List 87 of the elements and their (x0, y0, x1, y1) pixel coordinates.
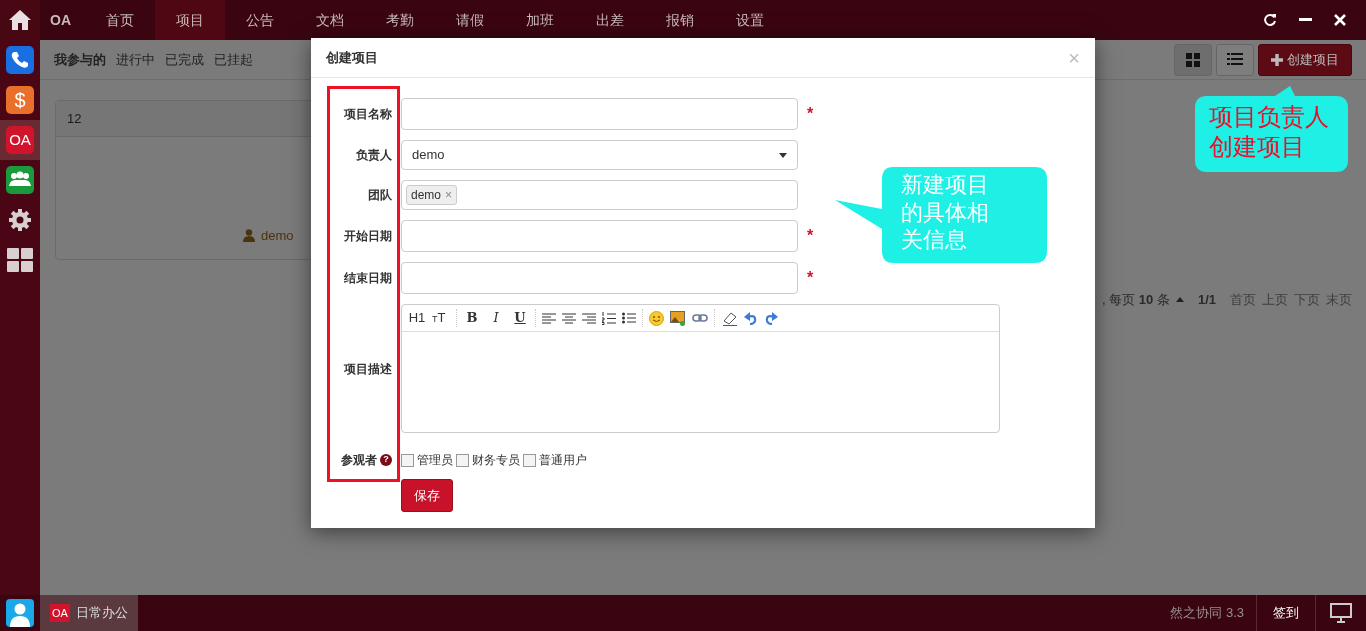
nav-tab[interactable]: 考勤 (365, 0, 435, 40)
rich-text-editor[interactable]: H1 TT B I U (401, 304, 1000, 433)
minimize-icon[interactable] (1299, 18, 1312, 22)
person-icon (243, 228, 255, 242)
nav-tab[interactable]: 出差 (575, 0, 645, 40)
field-label: 参观者 (341, 452, 377, 469)
nav-tab[interactable]: 请假 (435, 0, 505, 40)
link-icon[interactable] (692, 314, 708, 322)
brand-logo: OA (49, 10, 72, 30)
field-label: 项目名称 (343, 106, 392, 123)
input-field[interactable] (401, 220, 798, 252)
callout-text: 新建项目的具体相关信息 (901, 171, 990, 254)
caret-down-icon (779, 152, 787, 158)
tag-label: demo (411, 187, 442, 204)
app-label: 日常办公 (75, 604, 128, 623)
align-center-icon[interactable] (562, 312, 576, 324)
nav-tab[interactable]: 设置 (715, 0, 785, 40)
user-avatar-icon[interactable] (6, 599, 34, 627)
align-right-icon[interactable] (582, 312, 596, 324)
heading-button[interactable]: H1 (408, 308, 426, 328)
input-field[interactable] (401, 98, 798, 130)
pagination-summary: , 每页 10 条 (1102, 291, 1170, 309)
italic-button[interactable]: I (487, 308, 505, 328)
home-icon[interactable] (8, 9, 32, 31)
bold-button[interactable]: B (463, 308, 481, 328)
project-title: 12 (67, 109, 82, 128)
nav-tab[interactable]: 公告 (225, 0, 295, 40)
nav-tab[interactable]: 报销 (645, 0, 715, 40)
field-label: 开始日期 (343, 228, 392, 245)
caret-up-icon[interactable] (1175, 297, 1184, 303)
checkbox[interactable] (523, 453, 536, 467)
filter-tab[interactable]: 已完成 (165, 49, 204, 70)
input-field[interactable] (401, 262, 798, 294)
filter-tab[interactable]: 已挂起 (214, 49, 253, 70)
callout-text: 项目负责人创建项目 (1209, 102, 1330, 162)
tag-input-field[interactable]: demo × (401, 180, 798, 210)
nav-tab[interactable]: 首页 (85, 0, 155, 40)
taskbar-item[interactable]: OA 日常办公 (40, 595, 138, 631)
apps-grid-icon[interactable] (7, 248, 33, 272)
checkbox-label: 普通用户 (539, 452, 587, 469)
align-left-icon[interactable] (542, 312, 556, 324)
eraser-icon[interactable] (721, 310, 738, 326)
field-label: 项目描述 (343, 360, 392, 378)
owner-name: demo (261, 226, 294, 245)
font-size-button[interactable]: TT (432, 308, 450, 328)
list-view-button[interactable] (1216, 43, 1254, 76)
checkbox-label: 管理员 (417, 452, 453, 469)
bullet-list-icon[interactable] (622, 312, 636, 324)
undo-icon[interactable] (744, 311, 758, 325)
nav-tab[interactable]: 文档 (295, 0, 365, 40)
grid-view-button[interactable] (1174, 43, 1212, 76)
oa-app-icon[interactable]: OA (6, 126, 34, 154)
refresh-icon[interactable] (1263, 13, 1277, 27)
field-label: 团队 (367, 187, 392, 204)
required-mark: * (807, 268, 814, 288)
checkbox-label: 财务专员 (472, 452, 520, 469)
checkbox[interactable] (456, 453, 469, 467)
dialog-title: 创建项目 (326, 48, 378, 67)
team-icon[interactable] (6, 166, 34, 194)
image-icon[interactable] (670, 310, 686, 326)
version-text: 然之协同 3.3 (1169, 604, 1245, 623)
redo-icon[interactable] (764, 311, 778, 325)
required-mark: * (807, 104, 814, 124)
app-badge: OA (50, 603, 70, 623)
monitor-icon[interactable] (1330, 603, 1352, 623)
list-icon (1227, 53, 1243, 66)
grid-icon (1186, 52, 1200, 67)
phone-icon[interactable] (6, 46, 34, 74)
smiley-icon[interactable] (649, 310, 664, 326)
nav-tab[interactable]: 项目 (155, 0, 225, 40)
plus-icon (1271, 53, 1283, 66)
close-icon[interactable] (1334, 14, 1346, 26)
filter-tab[interactable]: 我参与的 (54, 49, 106, 70)
checkbox[interactable] (401, 453, 414, 467)
field-label: 结束日期 (343, 270, 392, 287)
nav-tab[interactable]: 加班 (505, 0, 575, 40)
page-number: 1/1 (1197, 291, 1216, 309)
help-icon[interactable]: ? (380, 454, 392, 466)
check-in-button[interactable]: 签到 (1256, 595, 1316, 631)
filter-tab[interactable]: 进行中 (116, 49, 155, 70)
save-button[interactable]: 保存 (401, 479, 453, 512)
field-label: 负责人 (355, 147, 392, 164)
required-mark: * (807, 226, 814, 246)
create-project-button[interactable]: 创建项目 (1258, 43, 1352, 76)
underline-button[interactable]: U (511, 308, 529, 328)
numbered-list-icon[interactable] (602, 311, 616, 325)
select-field[interactable]: demo (401, 140, 798, 170)
